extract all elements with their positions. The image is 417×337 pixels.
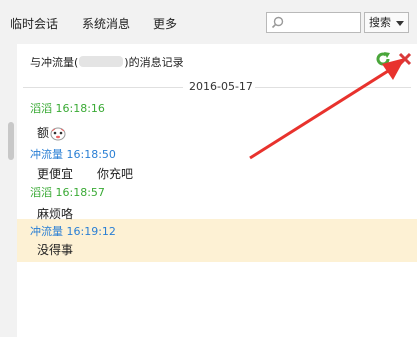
message-text: 更便宜 你充吧 — [37, 167, 134, 181]
message-time: 16:19:12 — [66, 225, 116, 238]
message-sender: 冲流量 — [30, 225, 63, 238]
message-header: 滔滔 16:18:57 — [30, 184, 105, 200]
search-input[interactable] — [287, 15, 357, 30]
tab-system-messages[interactable]: 系统消息 — [82, 15, 130, 32]
message-text: 没得事 — [37, 243, 74, 257]
message-time: 16:18:50 — [66, 148, 116, 161]
refresh-icon[interactable] — [375, 51, 391, 67]
search-button-label: 搜索 — [369, 16, 391, 29]
scrollbar-track[interactable] — [0, 44, 17, 337]
message-time: 16:18:57 — [55, 186, 105, 199]
search-box — [266, 12, 361, 33]
date-label: 2016-05-17 — [189, 80, 253, 93]
tab-more[interactable]: 更多 — [153, 15, 177, 32]
close-icon[interactable] — [398, 52, 412, 66]
message-sender: 冲流量 — [30, 148, 63, 161]
message-header: 滔滔 16:18:16 — [30, 100, 105, 116]
date-separator: 2016-05-17 — [17, 80, 417, 94]
message-header: 冲流量 16:18:50 — [30, 146, 116, 162]
tab-temp-session[interactable]: 临时会话 — [10, 15, 58, 32]
search-button[interactable]: 搜索 — [364, 12, 409, 33]
message-sender: 滔滔 — [30, 102, 52, 115]
chevron-down-icon[interactable] — [396, 21, 404, 26]
message-header: 冲流量 16:19:12 — [30, 223, 116, 239]
emoji-face-icon — [50, 127, 66, 141]
message-text-content: 额 — [37, 126, 50, 140]
message-text: 额 — [37, 124, 66, 141]
divider — [23, 87, 183, 88]
top-tab-bar: 临时会话 系统消息 更多 搜索 — [0, 0, 417, 44]
history-title-prefix: 与冲流量( — [30, 56, 79, 69]
message-time: 16:18:16 — [55, 102, 105, 115]
message-sender: 滔滔 — [30, 186, 52, 199]
divider — [255, 87, 411, 88]
search-icon — [271, 16, 284, 29]
message-history-panel: 与冲流量( )的消息记录 2016-05-17 滔滔 16:18:16 额 冲流量… — [17, 44, 417, 337]
history-title-suffix: )的消息记录 — [124, 56, 184, 69]
redacted-contact-id — [79, 56, 124, 67]
message-text: 麻烦咯 — [37, 207, 74, 221]
scrollbar-thumb[interactable] — [8, 122, 14, 160]
history-title: 与冲流量( )的消息记录 — [30, 54, 184, 70]
